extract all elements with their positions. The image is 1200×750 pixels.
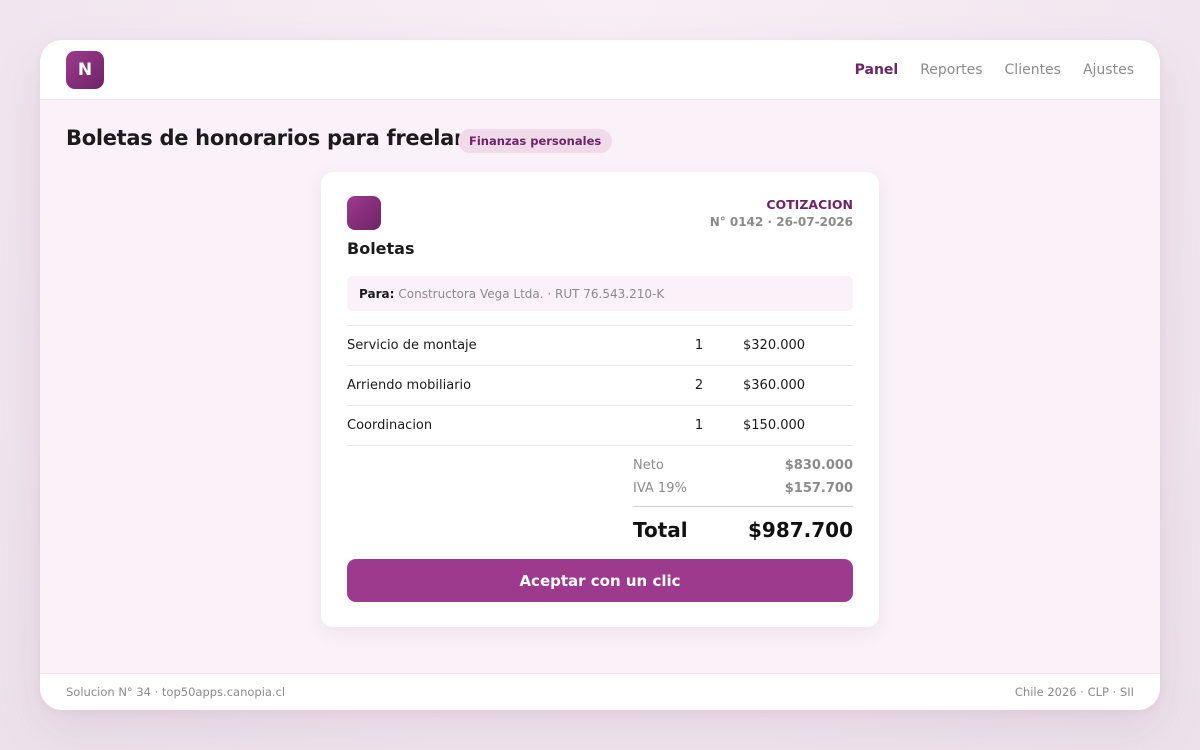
iva-value: $157.700	[784, 481, 853, 496]
line-item-row: Servicio de montaje 1 $320.000	[347, 326, 853, 366]
app-logo[interactable]: N	[66, 51, 104, 89]
accept-button[interactable]: Aceptar con un clic	[347, 559, 853, 602]
footer-right: Chile 2026 · CLP · SII	[1014, 685, 1134, 699]
total-value: $987.700	[747, 518, 853, 542]
nav-item-ajustes[interactable]: Ajustes	[1083, 62, 1134, 78]
item-qty: 1	[694, 418, 704, 433]
totals-divider	[633, 506, 853, 507]
nav-item-panel[interactable]: Panel	[855, 62, 899, 78]
nav-item-reportes[interactable]: Reportes	[920, 62, 982, 78]
brand-logo-icon	[347, 196, 381, 230]
item-qty: 1	[694, 338, 704, 353]
item-description: Coordinacion	[347, 418, 433, 433]
recipient-box: Para: Constructora Vega Ltda. · RUT 76.5…	[347, 276, 853, 311]
footer-left: Solucion N° 34 · top50apps.canopia.cl	[66, 685, 286, 699]
line-item-row: Coordinacion 1 $150.000	[347, 406, 853, 446]
line-items: Servicio de montaje 1 $320.000 Arriendo …	[347, 325, 853, 446]
item-qty: 2	[694, 378, 704, 393]
item-description: Servicio de montaje	[347, 338, 477, 353]
brand-name: Boletas	[347, 239, 415, 258]
main-nav: Panel Reportes Clientes Ajustes	[855, 40, 1134, 100]
footer: Solucion N° 34 · top50apps.canopia.cl Ch…	[40, 673, 1160, 710]
category-badge: Finanzas personales	[458, 129, 613, 153]
app-window: N Panel Reportes Clientes Ajustes Boleta…	[40, 40, 1160, 710]
total-label: Total	[633, 518, 688, 542]
nav-item-clientes[interactable]: Clientes	[1005, 62, 1061, 78]
item-price: $360.000	[743, 378, 806, 393]
document-number-date: N° 0142 · 26-07-2026	[709, 215, 853, 229]
top-bar: N Panel Reportes Clientes Ajustes	[40, 40, 1160, 100]
quote-card: Boletas COTIZACION N° 0142 · 26-07-2026 …	[321, 172, 879, 627]
neto-label: Neto	[633, 458, 664, 473]
item-price: $150.000	[743, 418, 806, 433]
recipient-label: Para:	[359, 286, 395, 301]
neto-value: $830.000	[784, 458, 853, 473]
item-price: $320.000	[743, 338, 806, 353]
recipient-value: Constructora Vega Ltda. · RUT 76.543.210…	[398, 286, 665, 301]
line-item-row: Arriendo mobiliario 2 $360.000	[347, 366, 853, 406]
iva-label: IVA 19%	[633, 481, 687, 496]
item-description: Arriendo mobiliario	[347, 378, 472, 393]
page-title: Boletas de honorarios para freelancers	[66, 126, 518, 150]
document-type: COTIZACION	[766, 197, 853, 212]
